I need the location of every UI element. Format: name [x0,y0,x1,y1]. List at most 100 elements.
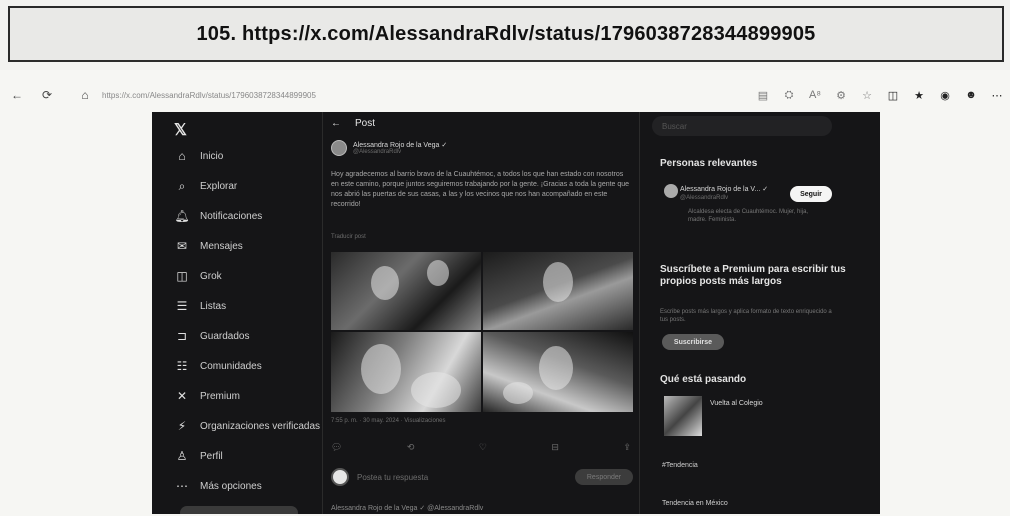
user-avatar[interactable] [331,468,349,486]
premium-icon: ✕ [176,389,188,403]
post-detail: ← Post Alessandra Rojo de la Vega ✓ @Ale… [322,112,640,514]
bookmark-icon: ⊐ [176,329,188,343]
page: 105. https://x.com/AlessandraRdlv/status… [0,0,1010,516]
sidebar-item-label: Perfil [200,450,223,462]
communities-icon: ☷ [176,359,188,373]
sidebar-item-label: Inicio [200,150,224,162]
post-actions: 💬︎ ⟲ ♡ ⊟ ⇪ [331,442,631,453]
trend-thumbnail[interactable] [664,396,702,436]
sidebar-item-label: Guardados [200,330,250,342]
sidebar-item-label: Organizaciones verificadas [200,420,321,432]
mail-icon: ✉ [176,239,188,253]
refresh-icon[interactable]: ⟳ [38,86,56,104]
split-screen-icon[interactable]: ◫ [884,86,902,104]
address-bar[interactable]: https://x.com/AlessandraRdlv/status/1796… [102,91,622,100]
sidebar-item-label: Listas [200,300,227,312]
list-icon: ☰ [176,299,188,313]
relevant-handle[interactable]: @AlessandraRdlv [680,195,728,201]
photo-1[interactable] [331,252,481,330]
read-aloud-icon[interactable]: A⁸ [806,86,824,104]
home-icon: ⌂ [178,149,186,163]
sidebar-item-label: Notificaciones [200,210,263,222]
bell-icon: 🔔︎ [174,209,190,223]
sidebar-item-label: Explorar [200,180,238,192]
post-button[interactable] [180,506,298,514]
post-text: Hoy agradecemos al barrio bravo de la Cu… [331,171,630,208]
next-post-author[interactable]: Alessandra Rojo de la Vega ✓ @Alessandra… [331,504,633,514]
more-options-icon: ⋯ [176,479,188,493]
extensions-icon[interactable]: ⚙ [832,86,850,104]
relevant-people-title: Personas relevantes [660,158,758,169]
favorites-bar-icon[interactable]: ★ [910,86,928,104]
photo-3[interactable] [331,332,481,412]
more-icon[interactable]: ⋯ [988,86,1006,104]
repost-icon[interactable]: ⟲ [407,442,415,453]
subscribe-button[interactable]: Suscribirse [662,334,724,350]
reply-input[interactable]: Postea tu respuesta [357,473,428,482]
feed-header: ← Post [331,118,375,129]
sidebar-item-inicio[interactable]: ⌂ Inicio [172,146,223,166]
photo-4[interactable] [483,332,633,412]
back-arrow-icon[interactable]: ← [331,118,341,129]
search-input[interactable]: Buscar [652,116,832,136]
feed-title: Post [355,118,376,129]
reader-icon[interactable]: ▤ [754,86,772,104]
sidebar-item-grok[interactable]: ◫ Grok [172,266,222,286]
home-icon[interactable]: ⌂ [76,86,94,104]
author-avatar[interactable] [331,140,347,156]
author-name[interactable]: Alessandra Rojo de la Vega ✓ [353,141,447,149]
translate-icon[interactable]: ⛭ [780,86,798,104]
sidebar-item-perfil[interactable]: ♙ Perfil [172,446,223,466]
follow-button[interactable]: Seguir [790,186,832,202]
premium-title: Suscríbete a Premium para escribir tus p… [660,264,846,287]
trend-item-1[interactable]: Vuelta al Colegio [710,400,763,407]
sidebar-item-label: Más opciones [200,480,262,492]
profile-icon[interactable]: ☻ [962,86,980,104]
x-logo-icon[interactable]: 𝕏 [174,120,187,140]
profile-icon: ♙ [176,449,188,463]
reply-button[interactable]: Responder [575,469,633,485]
caption-title: 105. https://x.com/AlessandraRdlv/status… [196,22,816,45]
premium-text: Escribe posts más largos y aplica format… [660,309,832,323]
back-icon[interactable]: ← [8,86,26,104]
verified-org-icon: ⚡︎ [177,419,187,433]
author-row: Alessandra Rojo de la Vega ✓ @Alessandra… [331,140,447,156]
reply-composer: Postea tu respuesta Responder [331,468,633,486]
sidebar-item-label: Grok [200,270,222,282]
sidebar-item-explorar[interactable]: ⌕ Explorar [172,176,238,196]
share-icon[interactable]: ⇪ [623,442,631,453]
bookmark-icon[interactable]: ⊟ [551,442,559,453]
sidebar-item-organizaciones-verificadas[interactable]: ⚡︎ Organizaciones verificadas [172,416,320,436]
sidebar-item-label: Comunidades [200,360,262,372]
post-meta: 7:55 p. m. · 30 may. 2024 · Visualizacio… [331,418,446,424]
sidebar-item-label: Premium [200,390,241,402]
sidebar-item-guardados[interactable]: ⊐ Guardados [172,326,250,346]
author-handle[interactable]: @AlessandraRdlv [353,149,447,155]
like-icon[interactable]: ♡ [479,442,487,453]
trends-title: Qué está pasando [660,374,747,385]
grok-icon: ◫ [176,269,188,283]
caption-box: 105. https://x.com/AlessandraRdlv/status… [8,6,1004,62]
favorite-icon[interactable]: ☆ [858,86,876,104]
relevant-name[interactable]: Alessandra Rojo de la V... ✓ [680,185,768,193]
sidebar-item-comunidades[interactable]: ☷ Comunidades [172,356,262,376]
translate-link[interactable]: Traducir post [331,234,366,240]
sidebar-item-listas[interactable]: ☰ Listas [172,296,227,316]
sidebar-item-label: Mensajes [200,240,243,252]
sidebar-item-premium[interactable]: ✕ Premium [172,386,240,406]
relevant-avatar[interactable] [664,184,678,198]
sidebar-item-notificaciones[interactable]: 🔔︎ Notificaciones [172,206,262,226]
media-grid [331,252,633,412]
trend-item-2[interactable]: #Tendencia [662,462,698,469]
reply-icon[interactable]: 💬︎ [331,442,342,453]
photo-2[interactable] [483,252,633,330]
caption-area: 105. https://x.com/AlessandraRdlv/status… [0,0,1010,70]
trend-item-3[interactable]: Tendencia en México [662,500,728,507]
collections-icon[interactable]: ◉ [936,86,954,104]
sidebar-item-más-opciones[interactable]: ⋯ Más opciones [172,476,262,496]
sidebar-item-mensajes[interactable]: ✉ Mensajes [172,236,243,256]
browser-actions: ▤ ⛭ A⁸ ⚙ ☆ ◫ ★ ◉ ☻ ⋯ [754,86,1006,104]
relevant-bio: Alcaldesa electa de Cuauhtémoc. Mujer, h… [688,209,809,223]
browser-toolbar: ← ⟳ ⌂ https://x.com/AlessandraRdlv/statu… [8,80,1006,110]
x-app-screen: 𝕏 ⌂ Inicio ⌕ Explorar 🔔︎ Notificaciones ✉ Mensa… [152,112,880,514]
